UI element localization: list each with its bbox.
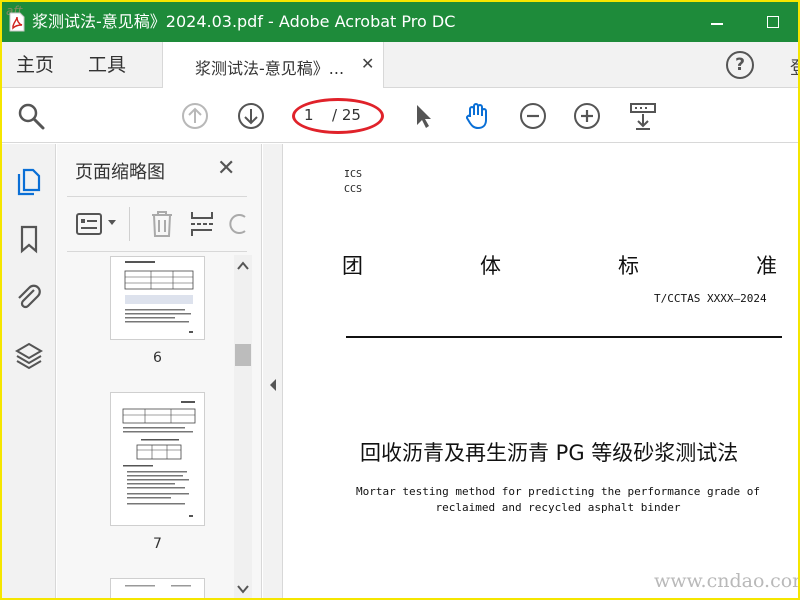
- maximize-icon: [767, 16, 779, 28]
- document-tab[interactable]: 浆测试法-意见稿》... ✕: [162, 42, 384, 88]
- thumbnail-preview: [124, 261, 194, 333]
- standard-type-char: 标: [618, 254, 639, 278]
- document-tab-label: 浆测试法-意见稿》...: [195, 59, 345, 78]
- document-title-cn: 回收沥青及再生沥青 PG 等级砂浆测试法: [360, 441, 739, 465]
- thumbnails-panel: 页面缩略图 ✕ 6 7: [57, 144, 262, 598]
- tab-tools[interactable]: 工具: [88, 52, 126, 78]
- thumbnail-scrollbar[interactable]: [234, 255, 252, 598]
- window-title: 浆测试法-意见稿》2024.03.pdf - Adobe Acrobat Pro…: [32, 12, 456, 31]
- search-icon[interactable]: [16, 101, 46, 131]
- thumbnail-page-label: 6: [153, 350, 162, 366]
- bookmark-icon[interactable]: [14, 224, 44, 254]
- acrobat-window: aft 浆测试法-意见稿》2024.03.pdf - Adobe Acrobat…: [0, 0, 800, 600]
- document-number: T/CCTAS XXXX—2024: [654, 292, 767, 305]
- ccs-code-label: CCS: [344, 184, 363, 195]
- highlight-ring: [292, 98, 384, 134]
- chevron-left-icon[interactable]: [268, 378, 278, 392]
- close-panel-button[interactable]: ✕: [217, 156, 235, 181]
- zoom-out-icon[interactable]: [518, 101, 548, 131]
- pages-icon[interactable]: [14, 166, 44, 196]
- page-up-icon[interactable]: [180, 101, 210, 131]
- thumbnail-options-icon[interactable]: [75, 211, 105, 237]
- title-en-line: Mortar testing method for predicting the…: [356, 485, 760, 498]
- page-down-icon[interactable]: [236, 101, 266, 131]
- chevron-down-icon[interactable]: [107, 219, 117, 227]
- tab-home[interactable]: 主页: [16, 52, 54, 78]
- scrollbar-thumb[interactable]: [235, 344, 251, 366]
- layers-icon[interactable]: [14, 340, 44, 370]
- thumbnail-page-label: 7: [153, 536, 162, 552]
- maximize-button[interactable]: [758, 8, 788, 36]
- panel-collapse-handle[interactable]: [263, 144, 283, 598]
- page-thumbnail[interactable]: [110, 392, 205, 526]
- thumbnail-preview: [122, 401, 196, 517]
- main-toolbar: 1 / 25: [2, 89, 798, 143]
- hand-tool-icon[interactable]: [462, 101, 492, 131]
- help-icon[interactable]: ?: [726, 51, 754, 79]
- title-en-line: reclaimed and recycled asphalt binder: [435, 501, 681, 514]
- sign-in-link[interactable]: 登: [790, 54, 798, 80]
- standard-type-char: 体: [480, 254, 501, 278]
- rotate-icon[interactable]: [229, 209, 247, 239]
- thumbnail-preview: [125, 585, 191, 587]
- ics-code-label: ICS: [344, 169, 363, 180]
- document-page: ICS CCS 团 体 标 准 T/CCTAS XXXX—2024 回收沥青及再…: [284, 144, 798, 598]
- close-tab-button[interactable]: ✕: [361, 54, 374, 73]
- page-thumbnail[interactable]: [110, 256, 205, 340]
- scroll-up-icon[interactable]: [234, 257, 252, 275]
- attachment-icon[interactable]: [14, 282, 44, 312]
- horizontal-rule: [346, 336, 782, 338]
- panel-toolbar: [67, 196, 247, 252]
- scroll-down-icon[interactable]: [234, 580, 252, 598]
- minimize-icon: [711, 23, 723, 25]
- toolbar-divider: [129, 207, 130, 241]
- tab-bar: 主页 工具 浆测试法-意见稿》... ✕ ? 登: [2, 42, 798, 88]
- delete-icon[interactable]: [149, 209, 175, 239]
- select-arrow-icon[interactable]: [408, 101, 438, 131]
- standard-type-char: 准: [756, 254, 777, 278]
- page-thumbnail[interactable]: [110, 578, 205, 598]
- site-watermark: www.cndao.com: [654, 570, 798, 592]
- navigation-rail: [2, 144, 56, 598]
- scroll-mode-icon[interactable]: [628, 101, 658, 131]
- title-bar: aft 浆测试法-意见稿》2024.03.pdf - Adobe Acrobat…: [2, 2, 798, 42]
- panel-title: 页面缩略图: [75, 162, 165, 183]
- zoom-in-icon[interactable]: [572, 101, 602, 131]
- document-title-en: Mortar testing method for predicting the…: [348, 484, 768, 516]
- extract-pages-icon[interactable]: [189, 209, 215, 239]
- minimize-button[interactable]: [702, 8, 732, 36]
- pdf-file-icon: [9, 12, 25, 32]
- standard-type-char: 团: [342, 254, 363, 278]
